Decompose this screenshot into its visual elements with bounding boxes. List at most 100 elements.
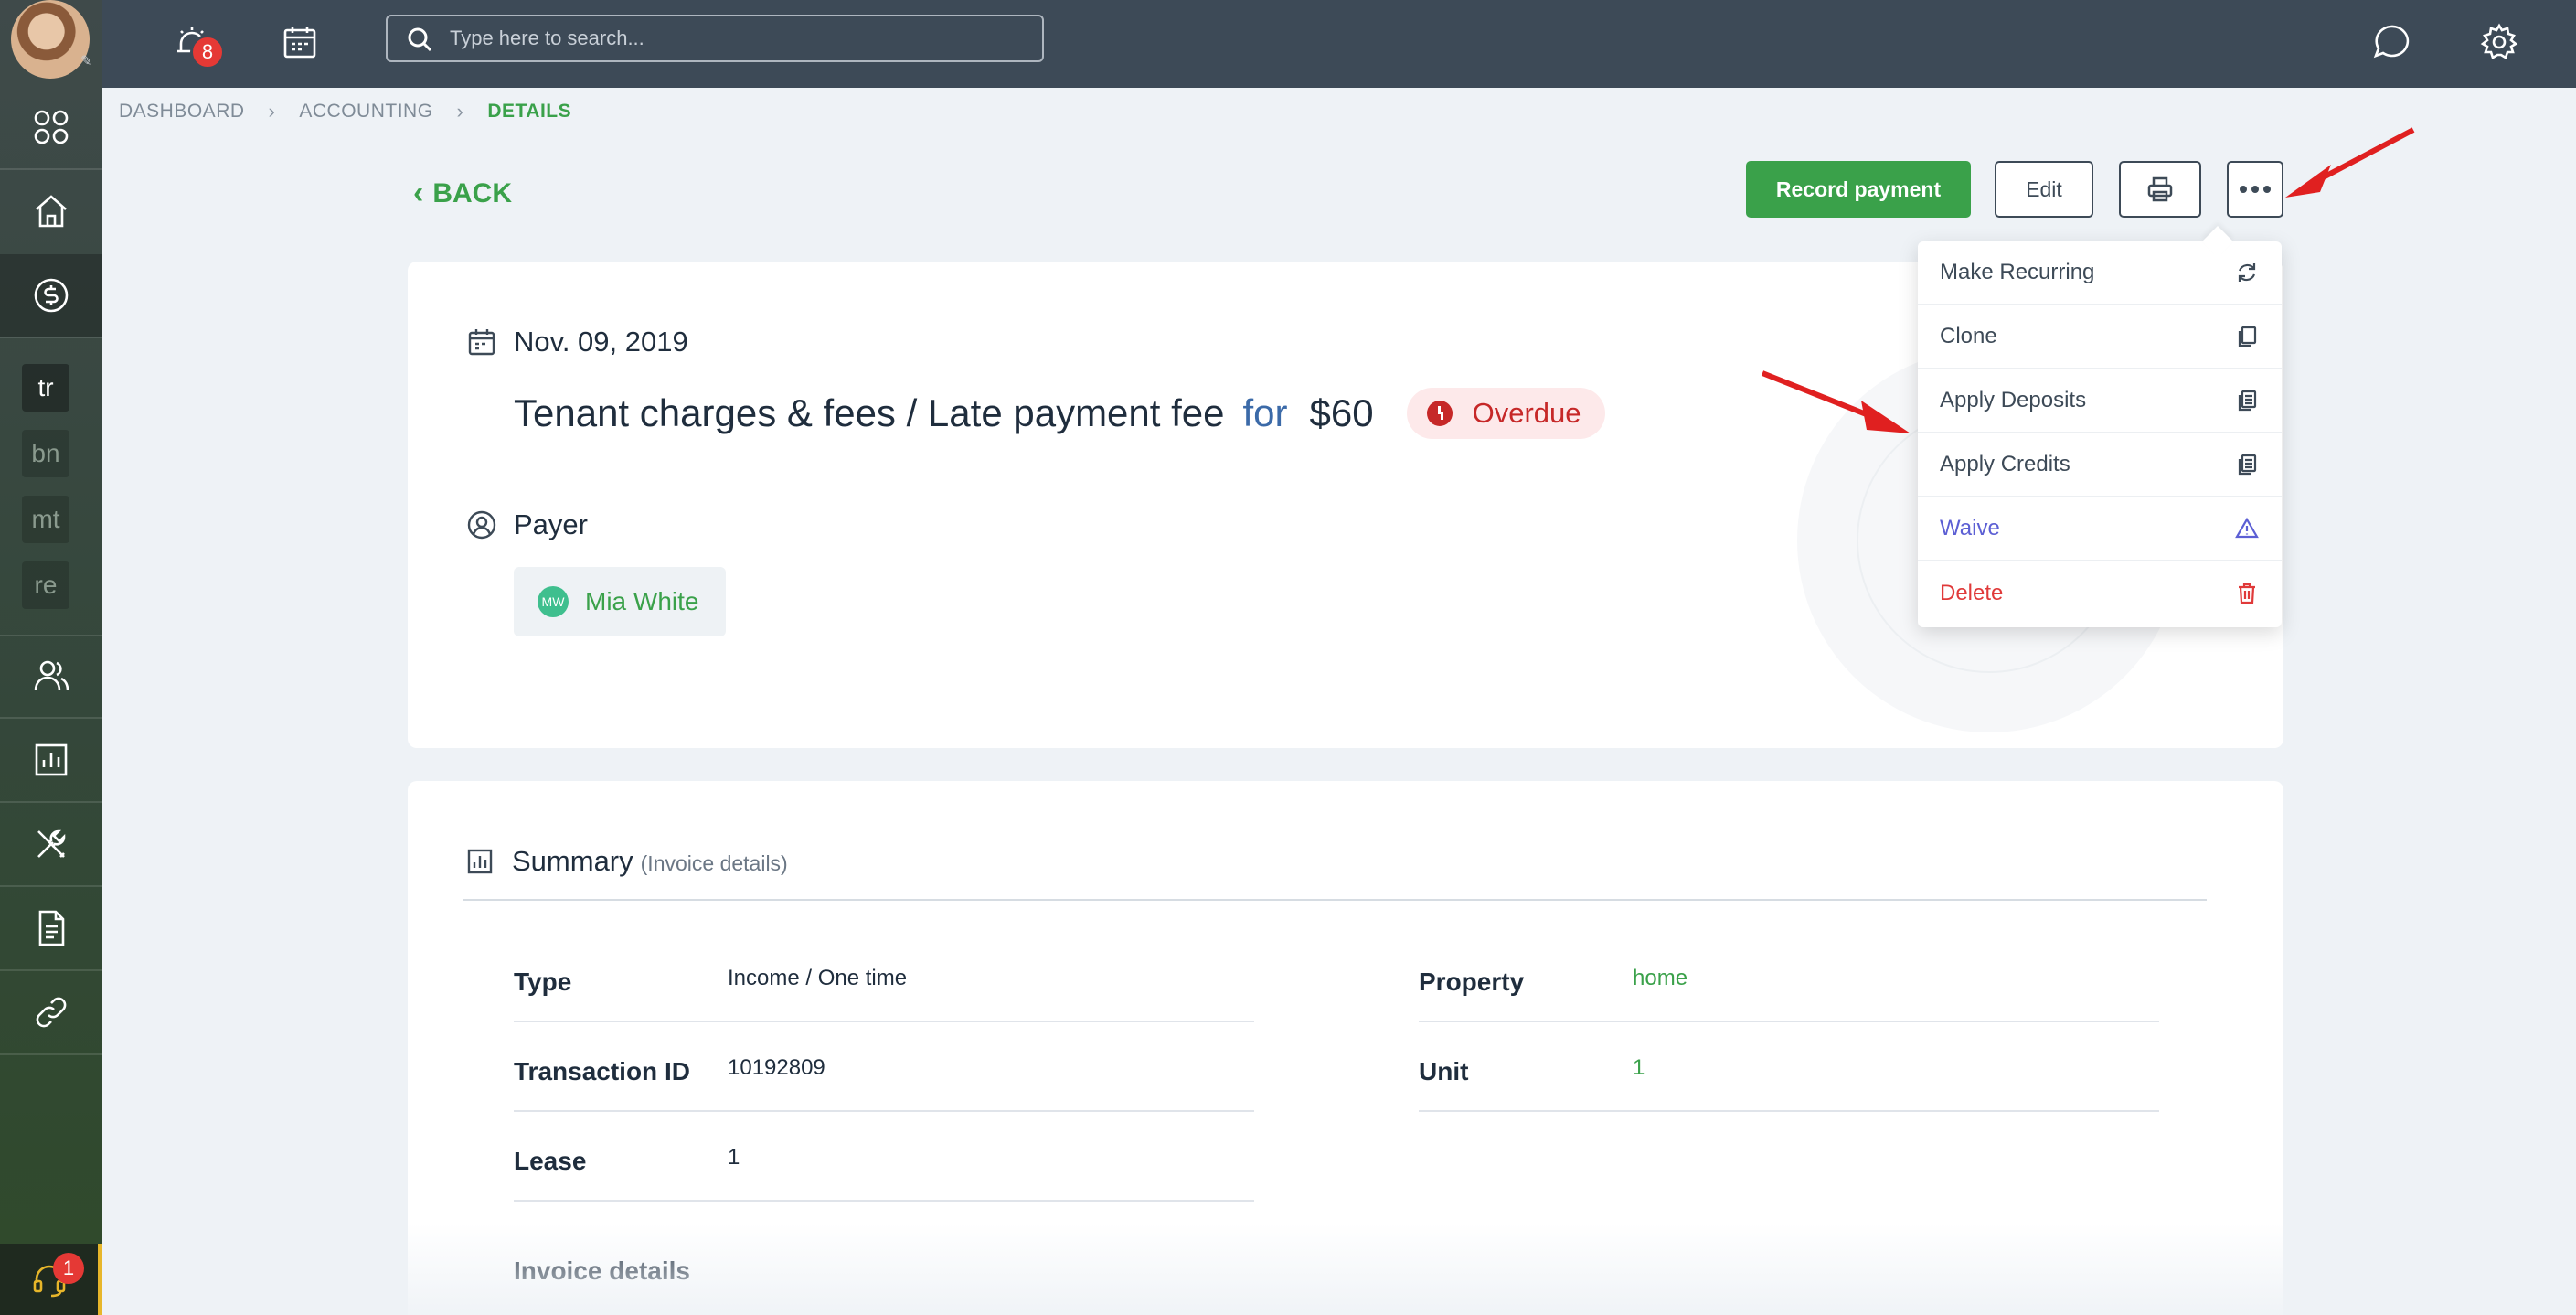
more-actions-button[interactable] <box>2227 161 2283 218</box>
invoice-amount: $60 <box>1309 391 1374 434</box>
search-input[interactable] <box>450 27 998 50</box>
field-label: Transaction ID <box>514 1057 690 1085</box>
sidebar-item-reports[interactable] <box>0 719 102 801</box>
payer-name: Mia White <box>585 587 699 615</box>
field-value: 10192809 <box>728 1055 825 1080</box>
bar-chart-icon <box>467 849 493 874</box>
summary-divider <box>463 899 2207 901</box>
breadcrumb-dashboard[interactable]: DASHBOARD <box>119 101 245 123</box>
warning-triangle-icon <box>2235 517 2259 539</box>
back-link[interactable]: ‹ BACK <box>413 176 512 211</box>
menu-item-make-recurring[interactable]: Make Recurring <box>1918 241 2282 305</box>
sidebar: ✎ tr bn mt re 1 <box>0 0 102 1315</box>
tools-icon <box>37 829 66 858</box>
field-property: Property home <box>1419 933 2159 1022</box>
sidebar-item-links[interactable] <box>0 971 102 1053</box>
trash-icon <box>2239 583 2255 604</box>
messages-button[interactable] <box>2366 16 2417 68</box>
menu-item-clone[interactable]: Clone <box>1918 305 2282 369</box>
sidebar-abbr-bn[interactable]: bn <box>22 430 69 477</box>
invoice-date-row: Nov. 09, 2019 <box>466 326 688 358</box>
sidebar-divider <box>0 337 102 338</box>
field-transaction-id: Transaction ID 10192809 <box>514 1022 1254 1112</box>
menu-item-apply-credits[interactable]: Apply Credits <box>1918 433 2282 497</box>
topbar: 8 <box>102 0 2576 88</box>
chevron-right-icon: › <box>456 100 464 123</box>
user-avatar[interactable] <box>11 0 90 79</box>
status-badge: Overdue <box>1406 388 1605 439</box>
print-button[interactable] <box>2119 161 2201 218</box>
chevron-right-icon: › <box>268 100 276 123</box>
record-payment-button[interactable]: Record payment <box>1746 161 1971 218</box>
menu-item-label: Waive <box>1940 516 2000 540</box>
breadcrumb-details: DETAILS <box>487 101 572 122</box>
status-text: Overdue <box>1472 397 1581 429</box>
sidebar-item-people[interactable] <box>0 635 102 717</box>
menu-item-waive[interactable]: Waive <box>1918 497 2282 561</box>
user-circle-icon <box>467 510 496 540</box>
field-type: Type Income / One time <box>514 933 1254 1022</box>
sidebar-abbr-mt[interactable]: mt <box>22 496 69 543</box>
sidebar-item-documents[interactable] <box>0 887 102 969</box>
dollar-circle-icon <box>34 278 69 313</box>
support-badge: 1 <box>53 1253 84 1284</box>
field-value: Income / One time <box>728 966 908 990</box>
field-label: Unit <box>1419 1057 1469 1085</box>
summary-title: Summary <box>512 845 633 877</box>
summary-subtitle: (Invoice details) <box>640 851 788 875</box>
payer-chip[interactable]: MW Mia White <box>514 567 726 636</box>
settings-button[interactable] <box>2474 16 2525 68</box>
unit-link[interactable]: 1 <box>1633 1055 1645 1081</box>
calendar-button[interactable] <box>274 16 325 68</box>
payer-label: Payer <box>514 508 588 540</box>
support-button[interactable]: 1 <box>0 1244 102 1315</box>
more-actions-menu: Make Recurring Clone Apply Deposits Appl… <box>1918 241 2282 627</box>
menu-item-delete[interactable]: Delete <box>1918 561 2282 625</box>
annotation-arrow-more <box>2285 127 2415 198</box>
sidebar-item-maintenance[interactable] <box>0 803 102 885</box>
gear-icon <box>2480 23 2518 59</box>
menu-item-label: Apply Credits <box>1940 452 2070 476</box>
field-lease: Lease 1 <box>514 1112 1254 1202</box>
breadcrumb: DASHBOARD › ACCOUNTING › DETAILS <box>119 99 571 124</box>
field-label: Property <box>1419 968 1525 996</box>
field-label: Lease <box>514 1147 587 1175</box>
sidebar-abbr-re[interactable]: re <box>22 561 69 609</box>
sidebar-divider <box>0 1053 102 1055</box>
documents-icon <box>2238 390 2257 412</box>
sidebar-abbr-tr[interactable]: tr <box>22 364 69 412</box>
printer-icon <box>2147 176 2173 202</box>
edit-button[interactable]: Edit <box>1995 161 2093 218</box>
field-unit: Unit 1 <box>1419 1022 2159 1112</box>
invoice-date: Nov. 09, 2019 <box>514 326 688 358</box>
invoice-title: Tenant charges & fees / Late payment fee <box>514 391 1225 434</box>
property-link[interactable]: home <box>1633 966 1687 991</box>
chevron-left-icon: ‹ <box>413 176 424 210</box>
breadcrumb-accounting[interactable]: ACCOUNTING <box>299 101 432 123</box>
chat-bubble-icon <box>2373 25 2410 59</box>
bar-chart-icon <box>35 743 68 776</box>
document-icon <box>38 910 65 946</box>
documents-icon <box>2238 454 2257 476</box>
invoice-title-row: Tenant charges & fees / Late payment fee… <box>514 388 1605 439</box>
sidebar-item-apps[interactable] <box>0 86 102 168</box>
pin-icon: ✎ <box>80 54 93 69</box>
search-box[interactable] <box>386 15 1044 62</box>
menu-item-apply-deposits[interactable]: Apply Deposits <box>1918 369 2282 433</box>
payer-row: Payer <box>466 508 588 541</box>
menu-item-label: Make Recurring <box>1940 260 2095 284</box>
sidebar-item-home[interactable] <box>0 170 102 252</box>
link-icon <box>36 997 67 1028</box>
grid-icon <box>34 110 69 144</box>
calendar-icon <box>283 27 316 59</box>
summary-header: Summary (Invoice details) <box>466 845 788 878</box>
sidebar-item-accounting[interactable] <box>0 254 102 337</box>
home-icon <box>36 195 67 228</box>
field-value: 1 <box>728 1145 740 1170</box>
calendar-icon <box>468 329 495 356</box>
clock-icon <box>1426 401 1453 426</box>
copy-icon <box>2238 326 2257 347</box>
menu-item-label: Clone <box>1940 324 1997 348</box>
menu-item-label: Delete <box>1940 581 2004 605</box>
refresh-icon <box>2238 263 2256 282</box>
